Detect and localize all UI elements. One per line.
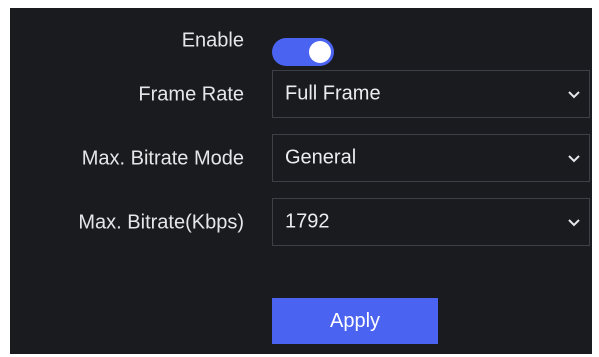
bitrate-mode-label: Max. Bitrate Mode xyxy=(81,147,244,170)
enable-toggle[interactable] xyxy=(272,38,334,66)
frame-rate-row: Frame Rate Full Frame xyxy=(10,70,592,120)
apply-button[interactable]: Apply xyxy=(272,298,438,344)
bitrate-mode-select[interactable]: General xyxy=(272,134,590,182)
enable-row: Enable xyxy=(10,18,592,68)
toggle-knob xyxy=(309,41,331,63)
frame-rate-select[interactable]: Full Frame xyxy=(272,70,590,118)
bitrate-mode-row: Max. Bitrate Mode General xyxy=(10,134,592,184)
bitrate-label: Max. Bitrate(Kbps) xyxy=(78,211,244,234)
bitrate-value: 1792 xyxy=(285,210,330,233)
chevron-down-icon xyxy=(568,155,580,163)
page-frame: Enable Frame Rate Full Frame Max. Bitrat… xyxy=(0,0,599,357)
chevron-down-icon xyxy=(568,219,580,227)
enable-label: Enable xyxy=(181,29,244,52)
bitrate-mode-value: General xyxy=(285,146,357,169)
frame-rate-label: Frame Rate xyxy=(138,83,244,106)
chevron-down-icon xyxy=(568,91,580,99)
settings-panel: Enable Frame Rate Full Frame Max. Bitrat… xyxy=(10,8,592,354)
frame-rate-value: Full Frame xyxy=(285,82,381,105)
bitrate-row: Max. Bitrate(Kbps) 1792 xyxy=(10,198,592,248)
bitrate-select[interactable]: 1792 xyxy=(272,198,590,246)
